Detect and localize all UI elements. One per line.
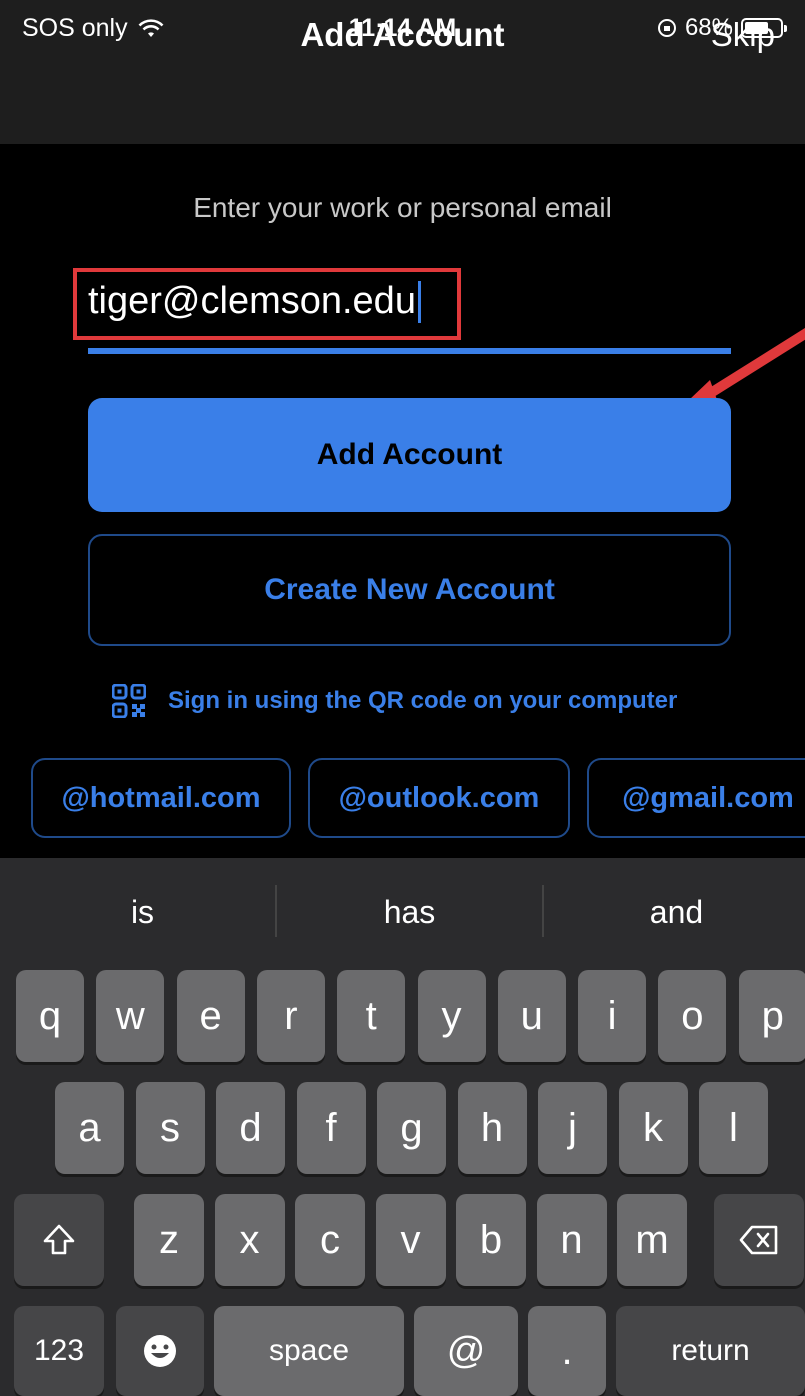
key-o[interactable]: o [658,970,727,1062]
qr-signin-label: Sign in using the QR code on your comput… [168,687,678,714]
key-z[interactable]: z [134,1194,204,1286]
key-f[interactable]: f [296,1082,366,1174]
key-k[interactable]: k [618,1082,688,1174]
chip-hotmail[interactable]: @hotmail.com [31,758,291,838]
email-underline [88,348,731,354]
key-x[interactable]: x [214,1194,285,1286]
email-prompt: Enter your work or personal email [193,192,612,223]
key-d[interactable]: d [216,1082,285,1174]
key-s[interactable]: s [135,1082,205,1174]
at-key[interactable]: @ [414,1306,518,1396]
key-a[interactable]: a [55,1082,124,1174]
add-account-button[interactable]: Add Account [88,398,731,512]
key-i[interactable]: i [578,970,647,1062]
key-h[interactable]: h [457,1082,527,1174]
key-v[interactable]: v [375,1194,446,1286]
dot-key[interactable]: . [528,1306,606,1396]
suggestion-1[interactable]: is [10,862,275,962]
key-n[interactable]: n [536,1194,607,1286]
highlight-box [73,268,461,340]
key-w[interactable]: w [96,970,165,1062]
numbers-key[interactable]: 123 [14,1306,104,1396]
key-u[interactable]: u [497,970,566,1062]
qr-code-icon [112,684,146,718]
key-q[interactable]: q [16,970,84,1062]
skip-button[interactable]: Skip [711,16,775,54]
key-t[interactable]: t [337,970,406,1062]
emoji-key[interactable] [116,1306,204,1396]
key-j[interactable]: j [538,1082,607,1174]
key-m[interactable]: m [617,1194,687,1286]
suggestion-3[interactable]: and [544,862,805,962]
return-key[interactable]: return [616,1306,805,1396]
chip-outlook[interactable]: @outlook.com [308,758,570,838]
key-y[interactable]: y [417,970,486,1062]
emoji-icon [144,1335,176,1367]
chip-gmail[interactable]: @gmail.com [587,758,805,838]
create-account-button[interactable]: Create New Account [88,534,731,646]
key-p[interactable]: p [738,970,805,1062]
key-l[interactable]: l [699,1082,768,1174]
qr-signin-link[interactable]: Sign in using the QR code on your comput… [112,684,677,718]
delete-icon [739,1225,778,1255]
key-b[interactable]: b [456,1194,526,1286]
shift-key[interactable] [14,1194,104,1286]
page-title: Add Account [300,16,505,53]
nav-bar [0,62,805,144]
suggestion-2[interactable]: has [277,862,542,962]
key-r[interactable]: r [256,970,325,1062]
space-key[interactable]: space [214,1306,404,1396]
delete-key[interactable] [714,1194,804,1286]
key-g[interactable]: g [377,1082,446,1174]
key-c[interactable]: c [295,1194,365,1286]
key-e[interactable]: e [176,970,245,1062]
shift-icon [43,1224,75,1255]
